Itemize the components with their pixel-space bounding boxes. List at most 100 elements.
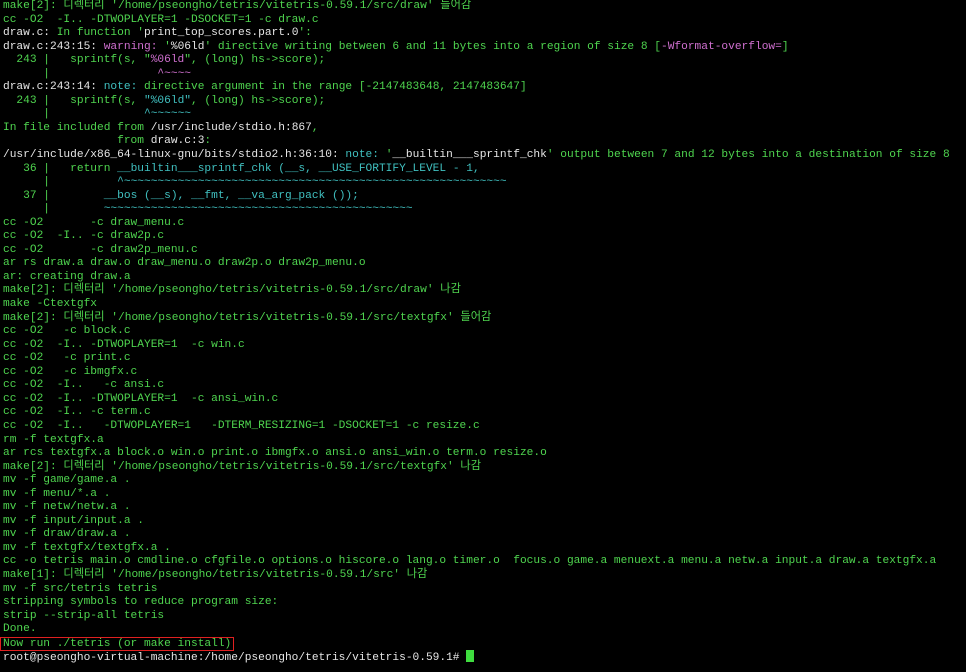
terminal-line: | ^~~~~ (3, 68, 966, 82)
terminal-text-segment: 36 | return (3, 162, 118, 175)
terminal-text-segment: %06ld (150, 54, 185, 67)
terminal-line: make[2]: 디렉터리 '/home/pseongho/tetris/vit… (3, 312, 966, 326)
terminal-line: cc -o tetris main.o cmdline.o cfgfile.o … (3, 555, 966, 569)
terminal-text-segment: ", (long) hs->score); (184, 54, 326, 67)
terminal-text-segment: mv -f menu/*.a . (3, 487, 111, 500)
terminal-line: /usr/include/x86_64-linux-gnu/bits/stdio… (3, 149, 966, 163)
terminal-line: cc -O2 -c block.c (3, 325, 966, 339)
terminal-line: ar: creating draw.a (3, 271, 966, 285)
terminal-text-segment: mv -f netw/netw.a . (3, 501, 131, 514)
terminal-line: mv -f src/tetris tetris (3, 583, 966, 597)
terminal-line: draw.c:243:15: warning: '%06ld' directiv… (3, 41, 966, 55)
terminal-text-segment: ^~~~~ (157, 67, 191, 80)
terminal-text-segment: mv -f input/input.a . (3, 514, 144, 527)
terminal-text-segment: make[2]: 디렉터리 '/home/pseongho/tetris/vit… (3, 284, 461, 297)
terminal-text-segment: cc -O2 -I.. -c term.c (3, 406, 151, 419)
terminal-text-segment: In file included from (3, 121, 151, 134)
terminal-text-segment: make[2]: 디렉터리 '/home/pseongho/tetris/vit… (3, 460, 481, 473)
terminal-text-segment: note: (103, 81, 145, 94)
terminal-text-segment: ' (164, 40, 171, 53)
highlighted-message: Now run ./tetris (or make install) (0, 636, 235, 651)
terminal-text-segment: -Wformat-overflow= (660, 40, 782, 53)
terminal-text-segment: mv -f game/game.a . (3, 474, 131, 487)
terminal-text-segment: make[2]: 디렉터리 '/home/pseongho/tetris/vit… (3, 0, 472, 12)
terminal-line: ar rcs textgfx.a block.o win.o print.o i… (3, 447, 966, 461)
terminal-text-segment: from (3, 135, 151, 148)
terminal-text-segment: | (3, 67, 158, 80)
terminal-text-segment: cc -O2 -I.. -DTWOPLAYER=1 -c win.c (3, 338, 245, 351)
terminal-line: draw.c:243:14: note: directive argument … (3, 81, 966, 95)
terminal-line: ar rs draw.a draw.o draw_menu.o draw2p.o… (3, 257, 966, 271)
terminal-line: make[1]: 디렉터리 '/home/pseongho/tetris/vit… (3, 569, 966, 583)
terminal-line: from draw.c:3: (3, 135, 966, 149)
terminal-text-segment: cc -O2 -I.. -DTWOPLAYER=1 -DTERM_RESIZIN… (3, 419, 480, 432)
terminal-line: cc -O2 -c draw_menu.c (3, 217, 966, 231)
shell-prompt: root@pseongho-virtual-machine:/home/pseo… (3, 652, 460, 665)
terminal-line: 36 | return __builtin___sprintf_chk (__s… (3, 163, 966, 177)
terminal-line: cc -O2 -I.. -DTWOPLAYER=1 -DTERM_RESIZIN… (3, 420, 966, 434)
terminal-output: make[2]: 디렉터리 '/home/pseongho/tetris/vit… (3, 0, 966, 637)
terminal-text-segment: draw.c: (3, 27, 50, 40)
terminal-text-segment: | (3, 203, 104, 216)
terminal-text-segment: 37 | (3, 189, 104, 202)
terminal-text-segment: __builtin___sprintf_chk (392, 149, 547, 162)
terminal-text-segment: __builtin___sprintf_chk (__s, __USE_FORT… (117, 162, 480, 175)
terminal-text-segment: cc -O2 -I.. -c ansi.c (3, 379, 165, 392)
terminal-line: mv -f netw/netw.a . (3, 501, 966, 515)
terminal-text-segment: rm -f textgfx.a (3, 433, 104, 446)
prompt-row[interactable]: root@pseongho-virtual-machine:/home/pseo… (3, 650, 966, 664)
terminal-line: draw.c: In function 'print_top_scores.pa… (3, 27, 966, 41)
terminal-window[interactable]: make[2]: 디렉터리 '/home/pseongho/tetris/vit… (0, 0, 966, 672)
terminal-text-segment: cc -O2 -c block.c (3, 325, 131, 338)
terminal-line: cc -O2 -I.. -c term.c (3, 406, 966, 420)
terminal-text-segment: 243 | sprintf(s, (3, 94, 144, 107)
terminal-line: stripping symbols to reduce program size… (3, 596, 966, 610)
terminal-text-segment: ' output between 7 and 12 bytes into a d… (546, 149, 950, 162)
terminal-line: Done. (3, 623, 966, 637)
terminal-text-segment: cc -O2 -c draw_menu.c (3, 216, 185, 229)
terminal-line: | ^~~~~~~ (3, 108, 966, 122)
terminal-text-segment: stripping symbols to reduce program size… (3, 596, 279, 609)
terminal-line: 243 | sprintf(s, "%06ld", (long) hs->sco… (3, 95, 966, 109)
terminal-text-segment: cc -O2 -I.. -c draw2p.c (3, 230, 165, 243)
terminal-line: cc -O2 -c draw2p_menu.c (3, 244, 966, 258)
terminal-line: strip --strip-all tetris (3, 610, 966, 624)
terminal-text-segment: | (3, 176, 118, 189)
terminal-line: cc -O2 -c print.c (3, 352, 966, 366)
terminal-line: mv -f textgfx/textgfx.a . (3, 542, 966, 556)
terminal-text-segment: directive argument in the range [-214748… (144, 81, 527, 94)
terminal-text-segment: ^~~~~~~~~~~~~~~~~~~~~~~~~~~~~~~~~~~~~~~~… (117, 176, 507, 189)
terminal-line: mv -f draw/draw.a . (3, 528, 966, 542)
text-cursor[interactable] (465, 650, 474, 663)
terminal-text-segment: __bos (__s), __fmt, __va_arg_pack ()); (103, 189, 359, 202)
terminal-text-segment: cc -o tetris main.o cmdline.o cfgfile.o … (3, 555, 937, 568)
terminal-text-segment: draw.c:3 (150, 135, 205, 148)
terminal-text-segment: cc -O2 -I.. -DTWOPLAYER=1 -c ansi_win.c (3, 392, 279, 405)
terminal-text-segment: cc -O2 -c print.c (3, 352, 131, 365)
terminal-text-segment: make[2]: 디렉터리 '/home/pseongho/tetris/vit… (3, 311, 492, 324)
terminal-text-segment: print_top_scores.part.0 (144, 27, 299, 40)
terminal-line: | ^~~~~~~~~~~~~~~~~~~~~~~~~~~~~~~~~~~~~~… (3, 176, 966, 190)
terminal-line: make[2]: 디렉터리 '/home/pseongho/tetris/vit… (3, 0, 966, 14)
terminal-line: mv -f menu/*.a . (3, 488, 966, 502)
terminal-text-segment: ar: creating draw.a (3, 270, 131, 283)
terminal-text-segment: , (long) hs->score); (191, 94, 326, 107)
terminal-text-segment: %06ld (170, 40, 205, 53)
terminal-text-segment: ar rs draw.a draw.o draw_menu.o draw2p.o… (3, 257, 366, 270)
terminal-text-segment: draw.c:243:15: (3, 40, 104, 53)
terminal-line: make[2]: 디렉터리 '/home/pseongho/tetris/vit… (3, 461, 966, 475)
terminal-text-segment: note: (345, 149, 386, 162)
terminal-line: make[2]: 디렉터리 '/home/pseongho/tetris/vit… (3, 284, 966, 298)
terminal-text-segment: ' directive writing between 6 and 11 byt… (204, 40, 661, 53)
terminal-text-segment: make[1]: 디렉터리 '/home/pseongho/tetris/vit… (3, 568, 428, 581)
terminal-text-segment: 243 | sprintf(s, " (3, 54, 151, 67)
terminal-text-segment: ar rcs textgfx.a block.o win.o print.o i… (3, 447, 547, 460)
terminal-text-segment: mv -f textgfx/textgfx.a . (3, 541, 171, 554)
terminal-text-segment: "%06ld" (144, 94, 191, 107)
terminal-text-segment: : (204, 135, 212, 148)
terminal-text-segment: /usr/include/x86_64-linux-gnu/bits/stdio… (3, 149, 346, 162)
terminal-text-segment: , (311, 121, 319, 134)
terminal-line: make -Ctextgfx (3, 298, 966, 312)
terminal-line: cc -O2 -I.. -c draw2p.c (3, 230, 966, 244)
terminal-text-segment: cc -O2 -I.. -DTWOPLAYER=1 -DSOCKET=1 -c … (3, 13, 319, 26)
